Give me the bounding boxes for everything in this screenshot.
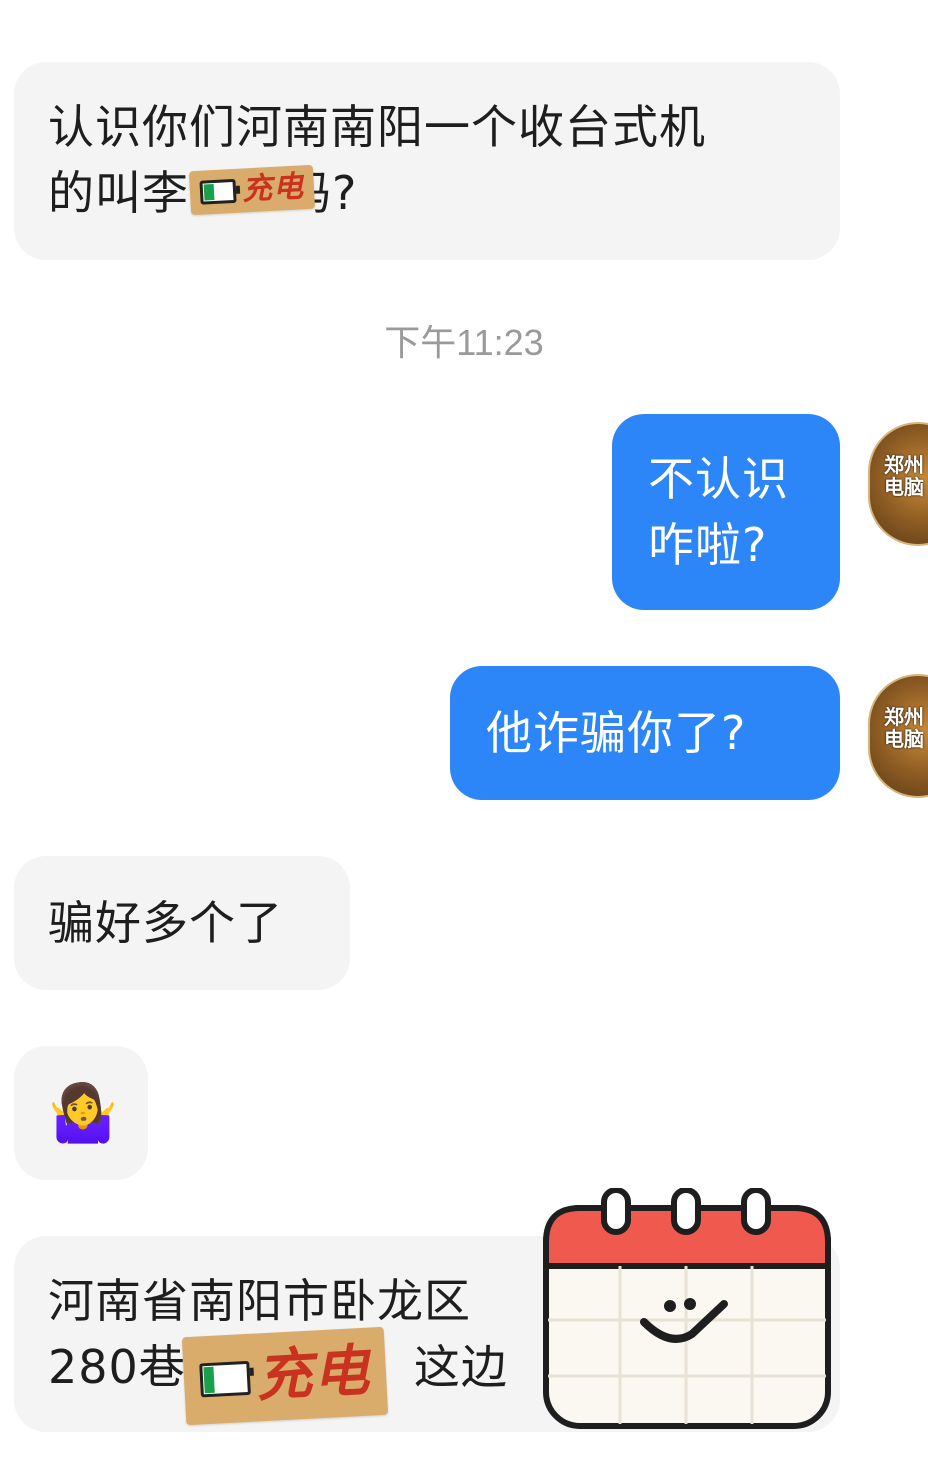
shrug-emoji-icon: 🤷‍♀️: [48, 1081, 119, 1146]
message-text-line: 骗好多个了: [48, 896, 283, 950]
message-text-line: 咋啦?: [648, 518, 768, 572]
message-text-line: 他诈骗你了?: [486, 706, 747, 760]
battery-icon: [199, 1360, 251, 1398]
avatar-text: 郑州 电脑: [884, 705, 924, 751]
calendar-smile-icon: [543, 1188, 831, 1429]
redaction-label: 充电: [254, 1338, 372, 1410]
user-avatar[interactable]: 郑州 电脑: [868, 674, 928, 798]
battery-icon: [199, 178, 237, 205]
message-text-line: 认识你们河南南阳一个收台式机: [48, 100, 706, 154]
message-timestamp: 下午11:23: [384, 322, 544, 363]
outgoing-message-bubble[interactable]: 他诈骗你了?: [450, 666, 840, 800]
cut-off-timestamp: ··· ···: [0, 0, 928, 17]
message-text-segment: 这边: [413, 1340, 508, 1394]
message-text-line: 不认识: [648, 452, 789, 506]
message-text-line: 的叫李 吗? 充电: [48, 160, 806, 226]
incoming-message-bubble[interactable]: 骗好多个了: [14, 856, 350, 990]
message-text-segment: 280巷: [48, 1340, 186, 1394]
message-text-segment: 的叫李: [48, 166, 189, 220]
user-avatar[interactable]: 郑州 电脑: [868, 422, 928, 546]
incoming-message-bubble[interactable]: 🤷‍♀️: [14, 1046, 148, 1180]
incoming-message-bubble[interactable]: 认识你们河南南阳一个收台式机 的叫李 吗? 充电: [14, 62, 840, 260]
redaction-label: 充电: [241, 169, 305, 208]
outgoing-message-bubble[interactable]: 不认识 咋啦?: [612, 414, 840, 610]
redaction-sticker: 充电: [181, 1326, 389, 1426]
redaction-sticker: 充电: [188, 164, 316, 216]
avatar-text: 郑州 电脑: [884, 453, 924, 499]
